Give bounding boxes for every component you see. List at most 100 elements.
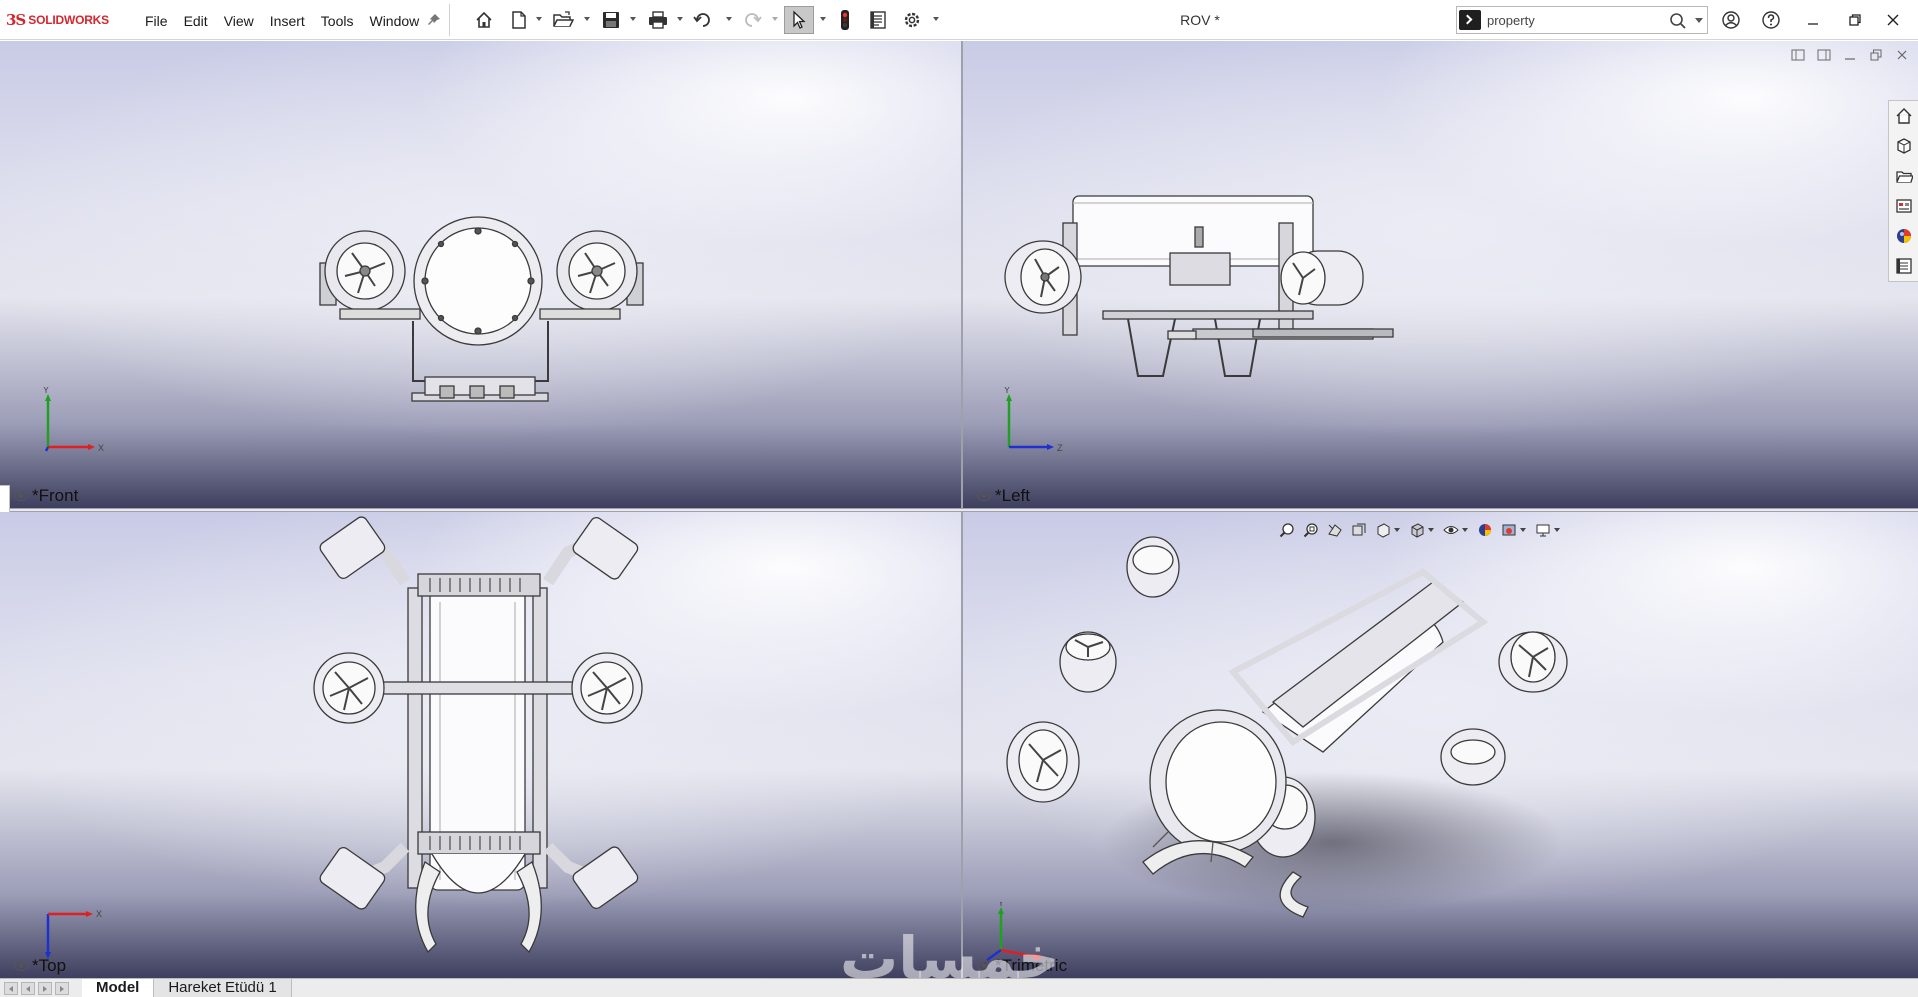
bottom-tab-bar: Model Hareket Etüdü 1 bbox=[0, 978, 1918, 997]
viewport-restore-icon[interactable] bbox=[1867, 48, 1884, 62]
undo-icon[interactable] bbox=[692, 8, 714, 32]
options-gear-icon[interactable] bbox=[900, 8, 924, 32]
view-link-icon[interactable] bbox=[14, 491, 28, 501]
search-input[interactable] bbox=[1487, 10, 1657, 30]
menu-edit[interactable]: Edit bbox=[176, 0, 216, 40]
heads-up-view-toolbar bbox=[1276, 519, 1564, 541]
viewport-trimetric[interactable]: Y Z X *Trimetric bbox=[963, 512, 1918, 978]
axis-label-y: Y bbox=[998, 902, 1004, 908]
axis-label-y: Y bbox=[1004, 387, 1010, 395]
ds-logo-mark: 3S bbox=[6, 11, 26, 29]
open-folder-icon[interactable] bbox=[551, 8, 575, 32]
hide-show-icon[interactable] bbox=[1440, 519, 1462, 541]
view-link-icon[interactable] bbox=[14, 961, 28, 971]
select-cursor-icon[interactable] bbox=[784, 6, 814, 34]
section-view-icon[interactable] bbox=[1348, 519, 1370, 541]
design-library-icon[interactable] bbox=[1889, 161, 1918, 191]
hide-show-chevron-icon[interactable] bbox=[1462, 528, 1468, 532]
redo-icon[interactable] bbox=[741, 8, 763, 32]
appearances-icon[interactable] bbox=[1889, 221, 1918, 251]
viewport-name: *Front bbox=[32, 486, 79, 505]
first-tab-arrow-icon[interactable] bbox=[4, 981, 18, 995]
apply-scene-icon[interactable] bbox=[1498, 519, 1520, 541]
search-dropdown-chevron-icon[interactable] bbox=[1695, 18, 1703, 23]
viewport-label-left: *Left bbox=[977, 486, 1030, 506]
close-icon[interactable] bbox=[1880, 8, 1906, 32]
menu-bar: File Edit View Insert Tools Window bbox=[137, 0, 427, 40]
search-box[interactable] bbox=[1456, 6, 1708, 34]
view-link-icon[interactable] bbox=[977, 491, 991, 501]
minimize-icon[interactable] bbox=[1800, 8, 1826, 32]
3d-parts-icon[interactable] bbox=[1889, 131, 1918, 161]
next-tab-arrow-icon[interactable] bbox=[38, 981, 52, 995]
file-explorer-icon[interactable] bbox=[1889, 191, 1918, 221]
axis-label-z: Z bbox=[1057, 443, 1063, 453]
axis-label-x: X bbox=[98, 443, 104, 453]
help-icon[interactable] bbox=[1758, 8, 1784, 32]
command-prompt-icon[interactable] bbox=[1459, 10, 1481, 30]
save-icon[interactable] bbox=[599, 8, 623, 32]
menu-tools[interactable]: Tools bbox=[313, 0, 362, 40]
tab-model[interactable]: Model bbox=[82, 979, 155, 997]
menu-view[interactable]: View bbox=[216, 0, 262, 40]
collapse-right-icon[interactable] bbox=[1815, 48, 1832, 62]
new-dropdown-chevron-icon[interactable] bbox=[536, 17, 542, 21]
edit-appearance-icon[interactable] bbox=[1474, 519, 1496, 541]
rov-model-left-view bbox=[1004, 195, 1394, 377]
viewport-close-icon[interactable] bbox=[1893, 48, 1910, 62]
axis-label-y: Y bbox=[43, 387, 49, 395]
save-dropdown-chevron-icon[interactable] bbox=[630, 17, 636, 21]
menu-file[interactable]: File bbox=[137, 0, 176, 40]
collapse-left-icon[interactable] bbox=[1789, 48, 1806, 62]
print-icon[interactable] bbox=[646, 8, 670, 32]
previous-tab-arrow-icon[interactable] bbox=[21, 981, 35, 995]
tab-motion-study[interactable]: Hareket Etüdü 1 bbox=[154, 979, 292, 997]
open-dropdown-chevron-icon[interactable] bbox=[584, 17, 590, 21]
undo-dropdown-chevron-icon[interactable] bbox=[726, 17, 732, 21]
rov-model-top-view bbox=[313, 516, 643, 954]
display-style-chevron-icon[interactable] bbox=[1428, 528, 1434, 532]
view-settings-icon[interactable] bbox=[1532, 519, 1554, 541]
rebuild-icon[interactable] bbox=[834, 8, 856, 32]
view-settings-chevron-icon[interactable] bbox=[1554, 528, 1560, 532]
file-properties-icon[interactable] bbox=[866, 8, 890, 32]
viewport-top[interactable]: X Z *Top bbox=[0, 512, 961, 978]
viewport-left[interactable]: Y Z *Left bbox=[963, 41, 1918, 508]
title-bar: 3S SOLIDWORKS File Edit View Insert Tool… bbox=[0, 0, 1918, 40]
toolbar-separator bbox=[449, 4, 450, 36]
viewport-name: *Top bbox=[32, 956, 67, 975]
viewport-minimize-icon[interactable] bbox=[1841, 48, 1858, 62]
axis-label-x: X bbox=[96, 909, 102, 919]
rov-model-front-view bbox=[319, 216, 644, 402]
new-document-icon[interactable] bbox=[508, 8, 530, 32]
viewport-front[interactable]: Y X *Front bbox=[0, 41, 961, 508]
apply-scene-chevron-icon[interactable] bbox=[1520, 528, 1526, 532]
search-icon[interactable] bbox=[1669, 12, 1687, 33]
view-orientation-chevron-icon[interactable] bbox=[1394, 528, 1400, 532]
viewport-label-front: *Front bbox=[14, 486, 78, 506]
print-dropdown-chevron-icon[interactable] bbox=[677, 17, 683, 21]
menu-window[interactable]: Window bbox=[361, 0, 427, 40]
restore-icon[interactable] bbox=[1842, 8, 1868, 32]
menu-insert[interactable]: Insert bbox=[262, 0, 313, 40]
solidworks-logo[interactable]: 3S SOLIDWORKS bbox=[6, 11, 109, 29]
document-title: ROV * bbox=[1180, 12, 1220, 28]
display-style-icon[interactable] bbox=[1406, 519, 1428, 541]
last-tab-arrow-icon[interactable] bbox=[55, 981, 69, 995]
task-pane bbox=[1888, 100, 1918, 282]
user-icon[interactable] bbox=[1718, 8, 1744, 32]
coordinate-triad: Y X bbox=[43, 387, 104, 453]
previous-view-icon[interactable] bbox=[1324, 519, 1346, 541]
custom-properties-icon[interactable] bbox=[1889, 251, 1918, 281]
zoom-to-fit-icon[interactable] bbox=[1276, 519, 1298, 541]
redo-dropdown-chevron-icon[interactable] bbox=[772, 17, 778, 21]
zoom-area-icon[interactable] bbox=[1300, 519, 1322, 541]
options-dropdown-chevron-icon[interactable] bbox=[933, 17, 939, 21]
pin-menu-icon[interactable] bbox=[426, 12, 442, 28]
task-pane-home-icon[interactable] bbox=[1889, 101, 1918, 131]
home-icon[interactable] bbox=[472, 8, 496, 32]
viewport-window-controls bbox=[1789, 48, 1910, 62]
coordinate-triad: Y Z bbox=[1004, 387, 1063, 453]
view-orientation-icon[interactable] bbox=[1372, 519, 1394, 541]
select-dropdown-chevron-icon[interactable] bbox=[820, 17, 826, 21]
